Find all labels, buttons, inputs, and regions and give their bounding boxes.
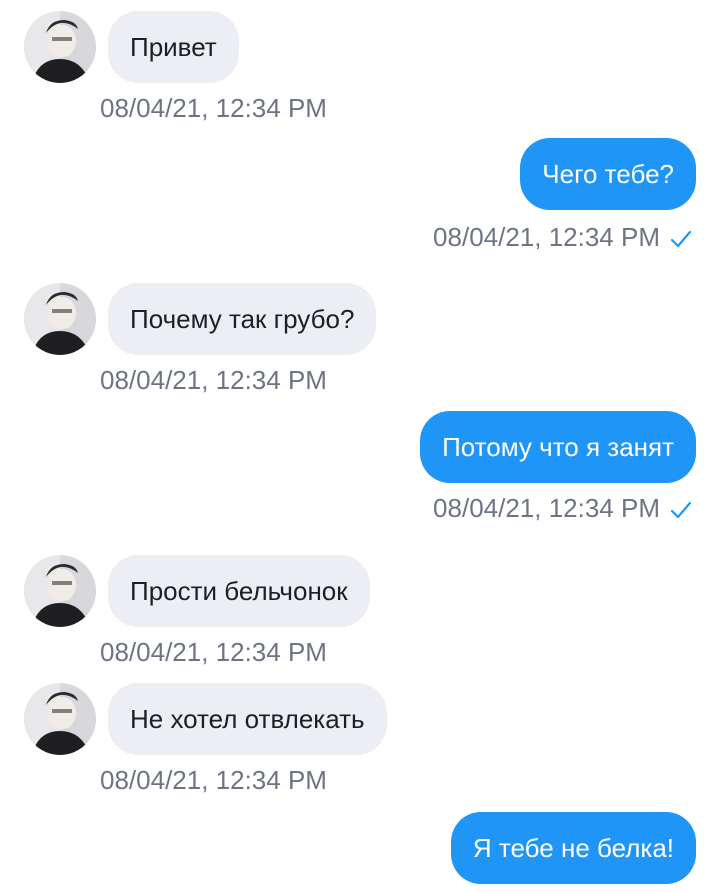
message-timestamp: 08/04/21, 12:34 PM — [433, 493, 692, 525]
message-timestamp: 08/04/21, 12:34 PM — [100, 637, 327, 667]
timestamp-text: 08/04/21, 12:34 PM — [100, 365, 327, 395]
timestamp-text: 08/04/21, 12:34 PM — [433, 222, 660, 252]
user-avatar-icon — [24, 683, 96, 755]
chat-thread[interactable]: Привет 08/04/21, 12:34 PM Чего тебе? 08/… — [0, 0, 720, 892]
read-check-icon — [670, 495, 692, 525]
user-avatar[interactable] — [24, 683, 96, 755]
message-bubble[interactable]: Не хотел отвлекать — [108, 683, 387, 755]
message-timestamp: 08/04/21, 12:34 PM — [433, 222, 692, 254]
timestamp-text: 08/04/21, 12:34 PM — [100, 637, 327, 667]
message-timestamp: 08/04/21, 12:34 PM — [100, 765, 327, 795]
timestamp-text: 08/04/21, 12:34 PM — [100, 93, 327, 123]
message-timestamp: 08/04/21, 12:34 PM — [100, 365, 327, 395]
timestamp-text: 08/04/21, 12:34 PM — [100, 765, 327, 795]
message-bubble[interactable]: Почему так грубо? — [108, 283, 377, 355]
message-bubble[interactable]: Я тебе не белка! — [450, 812, 696, 884]
user-avatar-icon — [24, 283, 96, 355]
message-bubble[interactable]: Привет — [108, 11, 239, 83]
message-bubble[interactable]: Потому что я занят — [420, 411, 696, 483]
timestamp-text: 08/04/21, 12:34 PM — [433, 493, 660, 523]
message-timestamp: 08/04/21, 12:34 PM — [100, 93, 327, 123]
user-avatar[interactable] — [24, 555, 96, 627]
user-avatar-icon — [24, 11, 96, 83]
message-bubble[interactable]: Прости бельчонок — [108, 555, 370, 627]
user-avatar-icon — [24, 555, 96, 627]
user-avatar[interactable] — [24, 11, 96, 83]
message-bubble[interactable]: Чего тебе? — [520, 138, 696, 210]
user-avatar[interactable] — [24, 283, 96, 355]
read-check-icon — [670, 224, 692, 254]
